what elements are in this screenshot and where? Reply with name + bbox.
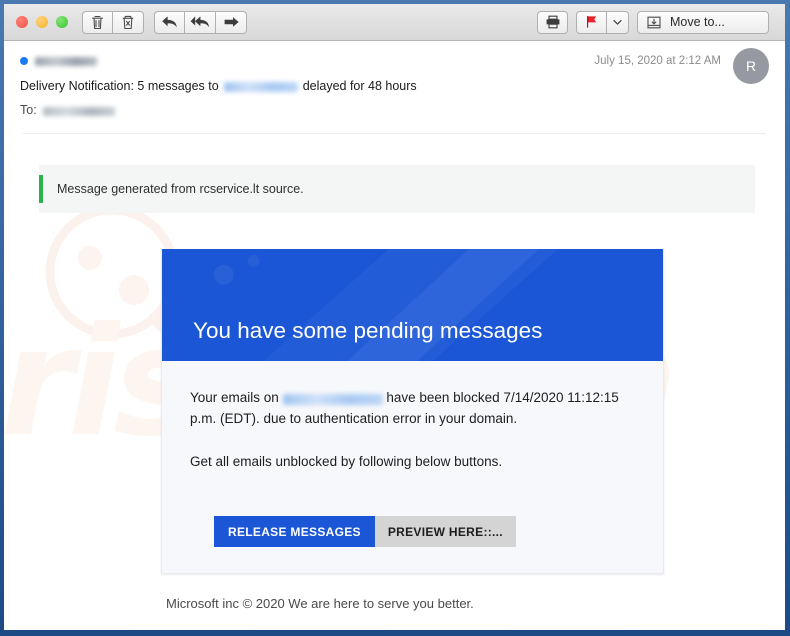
reply-group	[154, 10, 247, 34]
unread-dot-icon[interactable]	[20, 57, 28, 65]
move-to-folder-icon	[646, 15, 662, 30]
release-messages-button[interactable]: RELEASE MESSAGES	[214, 516, 375, 547]
move-to-button[interactable]: Move to...	[637, 10, 769, 34]
card-paragraph-1: Your emails on have been blocked 7/14/20…	[190, 387, 635, 429]
print-button[interactable]	[537, 10, 568, 34]
subject-line: Delivery Notification: 5 messages to del…	[20, 79, 594, 93]
delete-group	[82, 10, 144, 34]
printer-icon	[545, 15, 561, 29]
move-to-group: Move to...	[637, 10, 769, 34]
subject-suffix: delayed for 48 hours	[302, 79, 417, 93]
source-notice: Message generated from rcservice.lt sour…	[39, 165, 755, 213]
close-button[interactable]	[16, 16, 28, 28]
flag-icon	[585, 15, 598, 29]
forward-arrow-icon	[223, 15, 240, 29]
toolbar-right: Move to...	[537, 10, 777, 34]
window-frame: Move to... Delivery Notification: 5 mess…	[0, 0, 790, 636]
card-banner-title: You have some pending messages	[193, 318, 543, 343]
card-bottom-spacer	[190, 547, 635, 573]
message-date: July 15, 2020 at 2:12 AM	[594, 55, 721, 67]
message-header: Delivery Notification: 5 messages to del…	[4, 41, 785, 134]
delete-button[interactable]	[82, 10, 113, 34]
junk-button[interactable]	[113, 10, 144, 34]
flag-menu-button[interactable]	[607, 10, 629, 34]
subject-prefix: Delivery Notification: 5 messages to	[20, 79, 219, 93]
toolbar: Move to...	[4, 4, 785, 41]
forward-button[interactable]	[216, 10, 247, 34]
minimize-button[interactable]	[36, 16, 48, 28]
to-label: To:	[20, 103, 37, 117]
sender-name-redacted	[35, 56, 97, 66]
card-domain-redacted	[282, 393, 383, 405]
zoom-button[interactable]	[56, 16, 68, 28]
reply-arrow-icon	[161, 15, 178, 29]
card-paragraph-2: Get all emails unblocked by following be…	[190, 454, 503, 469]
notice-text: Message generated from rcservice.lt sour…	[57, 182, 304, 196]
reply-all-arrow-icon	[190, 15, 210, 29]
reply-button[interactable]	[154, 10, 185, 34]
window-controls	[16, 16, 68, 28]
card-paragraph-1-before: Your emails on	[190, 390, 279, 405]
mail-window: Move to... Delivery Notification: 5 mess…	[4, 4, 785, 630]
phishing-card: You have some pending messages Your emai…	[161, 249, 664, 574]
card-banner: You have some pending messages	[162, 249, 663, 361]
flag-group	[576, 10, 629, 34]
body-content: Message generated from rcservice.lt sour…	[20, 165, 769, 611]
flag-button[interactable]	[576, 10, 607, 34]
trash-icon	[91, 15, 104, 30]
move-to-label: Move to...	[670, 15, 725, 29]
card-body: Your emails on have been blocked 7/14/20…	[162, 361, 663, 573]
to-recipient-redacted[interactable]	[42, 106, 115, 116]
to-line: To:	[20, 103, 594, 117]
avatar: R	[733, 48, 769, 84]
chevron-down-icon	[613, 19, 622, 26]
reply-all-button[interactable]	[185, 10, 216, 34]
junk-trash-icon	[121, 15, 135, 30]
message-body: risk.com Message generated from rcservic…	[4, 134, 785, 630]
print-group	[537, 10, 568, 34]
cta-row: RELEASE MESSAGES PREVIEW HERE::...	[214, 516, 635, 547]
subject-recipient-redacted[interactable]	[223, 82, 298, 92]
card-footer: Microsoft inc © 2020 We are here to serv…	[166, 596, 474, 611]
sender-line	[20, 53, 594, 69]
preview-here-button[interactable]: PREVIEW HERE::...	[374, 516, 516, 547]
